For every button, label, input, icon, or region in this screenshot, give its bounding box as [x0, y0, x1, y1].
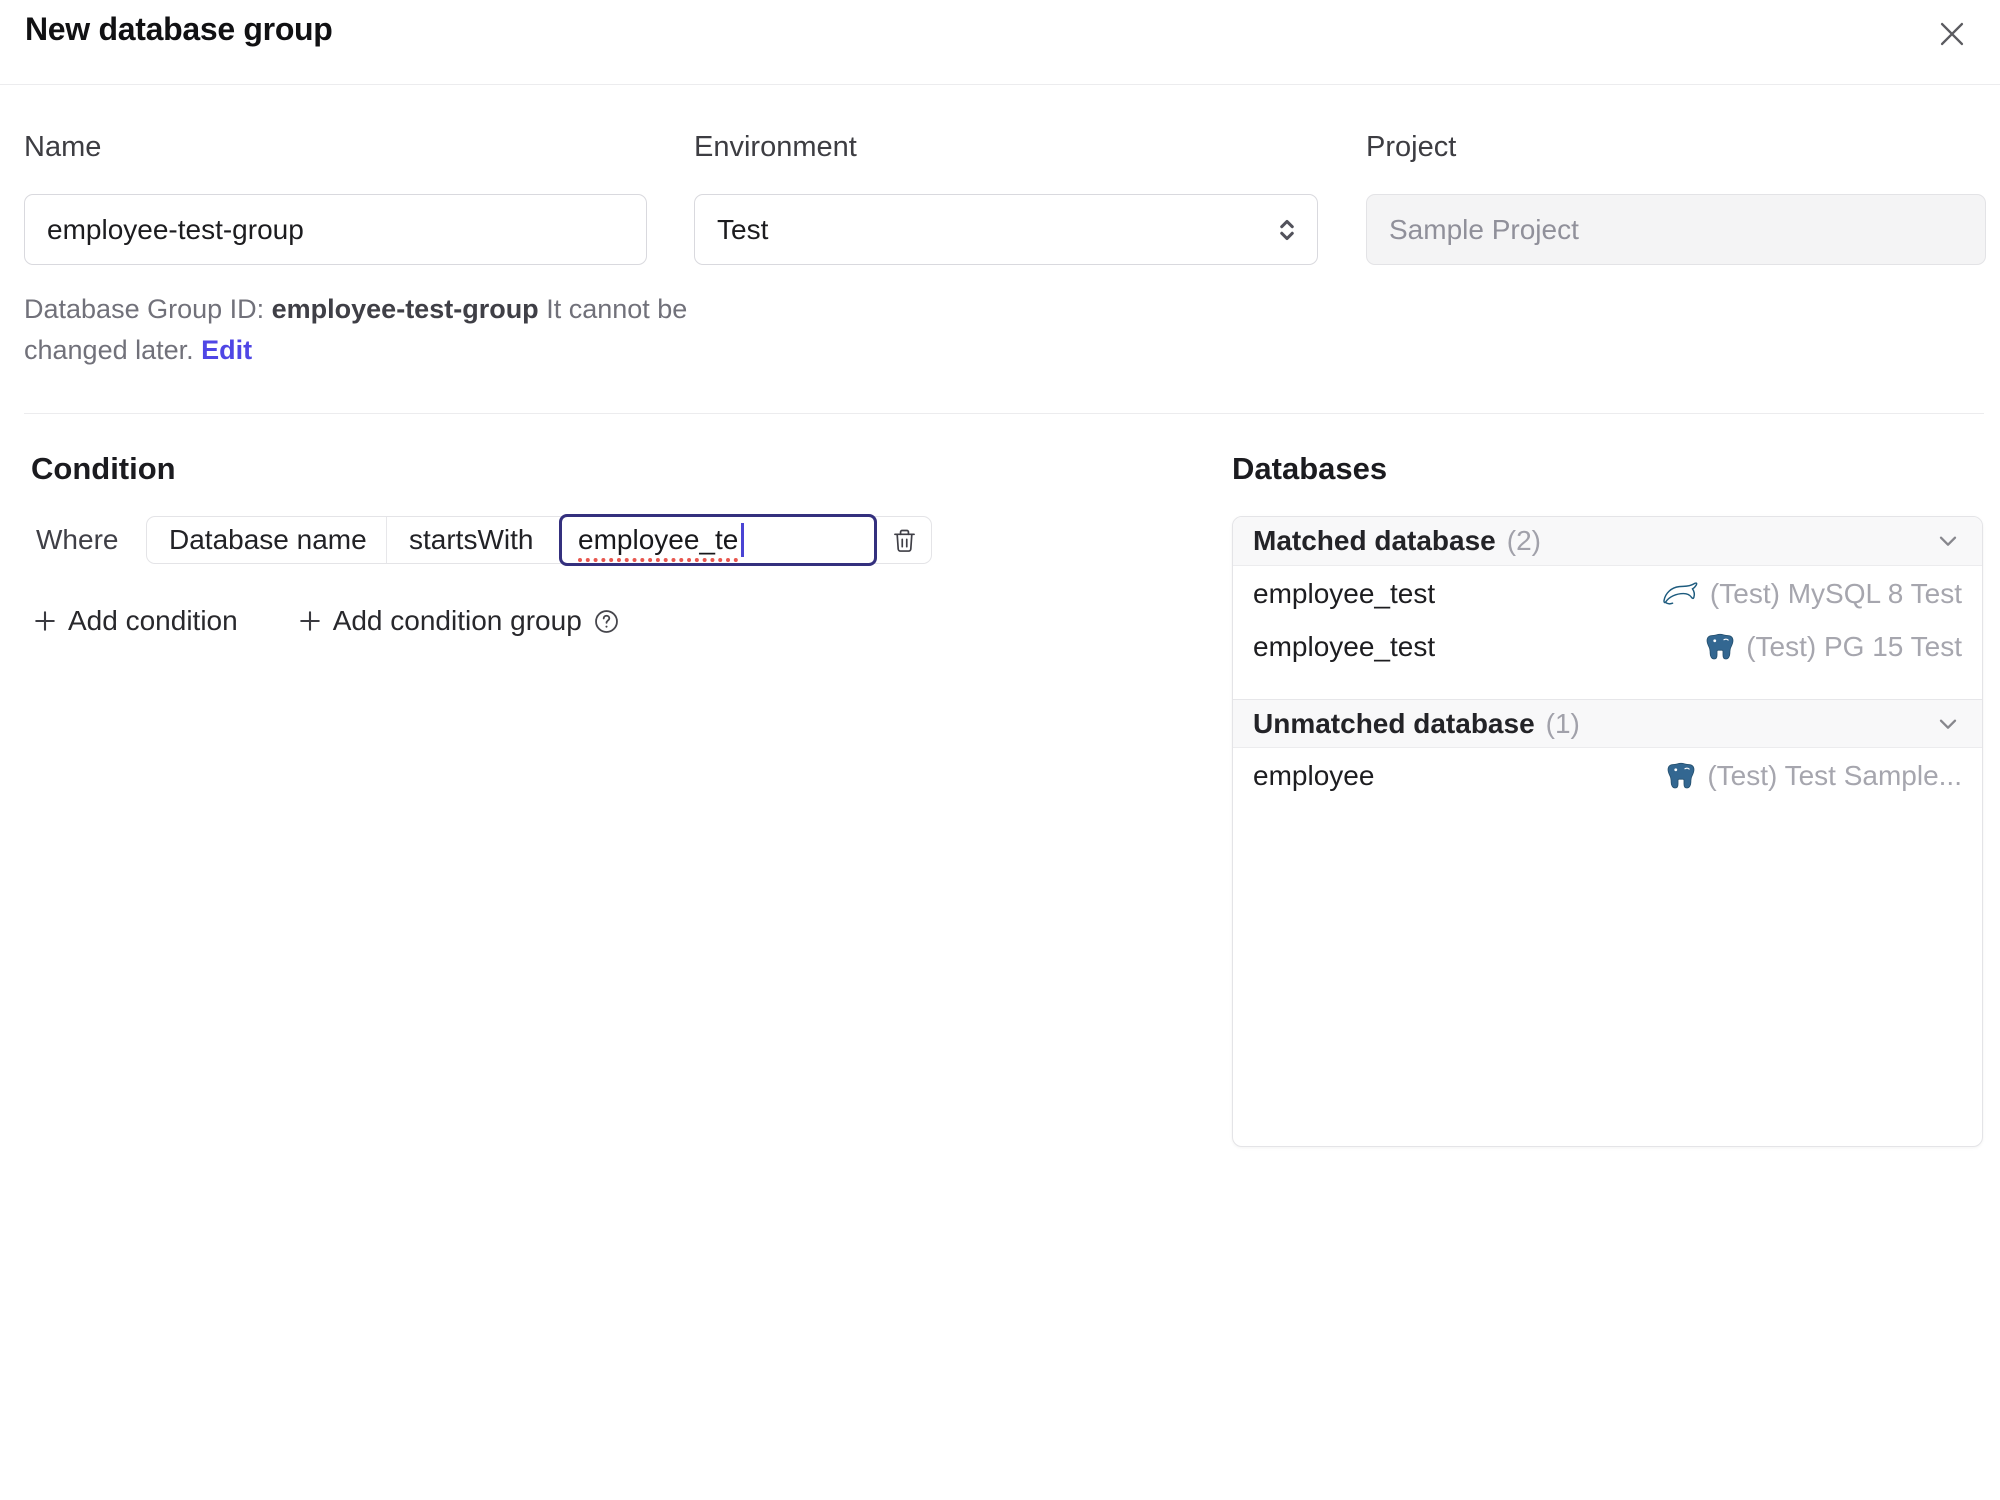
add-condition-group-label: Add condition group: [332, 605, 582, 636]
postgres-icon: [1666, 761, 1696, 791]
environment-field-group: Environment Test: [694, 131, 1318, 265]
add-condition-label: Add condition: [68, 605, 238, 636]
unmatched-database-title: Unmatched database: [1253, 707, 1535, 739]
matched-database-header[interactable]: Matched database (2): [1233, 517, 1982, 566]
condition-value-input[interactable]: employee_te: [559, 514, 877, 566]
condition-heading: Condition: [31, 451, 176, 486]
condition-field-select[interactable]: Database name: [147, 517, 387, 563]
database-instance: (Test) PG 15 Test: [1705, 631, 1962, 663]
hint-prefix: Database Group ID:: [24, 294, 272, 324]
matched-database-count: (2): [1506, 525, 1541, 556]
dialog-title: New database group: [25, 11, 333, 47]
chevron-down-icon: [1939, 536, 1957, 546]
project-input: Sample Project: [1366, 194, 1986, 265]
database-instance: (Test) MySQL 8 Test: [1661, 578, 1962, 610]
close-icon: [1940, 22, 1964, 46]
condition-field-value: Database name: [169, 524, 367, 555]
project-label: Project: [1366, 131, 1457, 163]
add-condition-group-button[interactable]: Add condition group: [296, 605, 620, 637]
database-row: employee_test (Test) PG 15 Test: [1233, 620, 1982, 673]
database-instance: (Test) Test Sample...: [1666, 760, 1962, 792]
mysql-icon: [1661, 580, 1699, 608]
name-input[interactable]: [24, 194, 647, 265]
matched-database-rows: employee_test (Test) MySQL 8 Test employ…: [1233, 566, 1982, 699]
unmatched-database-count: (1): [1545, 707, 1580, 739]
dialog-header: New database group: [0, 0, 2000, 85]
edit-id-link[interactable]: Edit: [201, 335, 252, 365]
environment-label: Environment: [694, 131, 857, 163]
plus-icon: [35, 611, 55, 631]
condition-actions: Add condition Add condition group: [31, 605, 620, 637]
matched-database-title: Matched database: [1253, 525, 1496, 556]
database-row: employee_test (Test) MySQL 8 Test: [1233, 567, 1982, 620]
project-field-group: Project Sample Project: [1366, 131, 1986, 265]
text-caret: [741, 523, 745, 557]
instance-label: (Test) Test Sample...: [1707, 759, 1962, 791]
instance-label: (Test) MySQL 8 Test: [1709, 577, 1962, 609]
condition-value-text: employee_te: [578, 524, 739, 555]
section-divider: [24, 413, 1984, 414]
where-label: Where: [36, 524, 119, 555]
condition-row: Database name startsWith employee_te: [146, 514, 932, 566]
instance-label: (Test) PG 15 Test: [1746, 630, 1962, 662]
help-icon[interactable]: [593, 608, 620, 635]
condition-operator-select[interactable]: startsWith: [387, 517, 559, 563]
close-button[interactable]: [1930, 12, 1974, 56]
trash-icon: [893, 529, 915, 552]
database-group-id-hint: Database Group ID: employee-test-group I…: [24, 289, 689, 371]
database-name: employee_test: [1253, 577, 1436, 609]
unmatched-database-header[interactable]: Unmatched database (1): [1233, 699, 1982, 748]
condition-operator-value: startsWith: [409, 524, 534, 555]
database-name: employee_test: [1253, 630, 1436, 662]
name-field-group: Name: [24, 131, 647, 265]
chevron-down-icon: [1939, 719, 1957, 729]
add-condition-button[interactable]: Add condition: [31, 605, 238, 637]
delete-condition-button[interactable]: [877, 517, 931, 563]
database-name: employee: [1253, 759, 1375, 791]
database-row: employee (Test) Test Sample...: [1233, 749, 1982, 802]
hint-group-id: employee-test-group: [271, 294, 539, 324]
databases-panel: Matched database (2) employee_test (Test…: [1232, 516, 1983, 1147]
databases-heading: Databases: [1232, 451, 1388, 486]
environment-select[interactable]: Test: [694, 194, 1318, 265]
postgres-icon: [1705, 632, 1735, 662]
unmatched-database-rows: employee (Test) Test Sample...: [1233, 748, 1982, 828]
plus-icon: [299, 611, 320, 631]
project-value: Sample Project: [1389, 213, 1579, 245]
selector-chevrons-icon: [1280, 219, 1294, 240]
name-label: Name: [24, 131, 102, 163]
environment-selected-value: Test: [717, 213, 769, 245]
